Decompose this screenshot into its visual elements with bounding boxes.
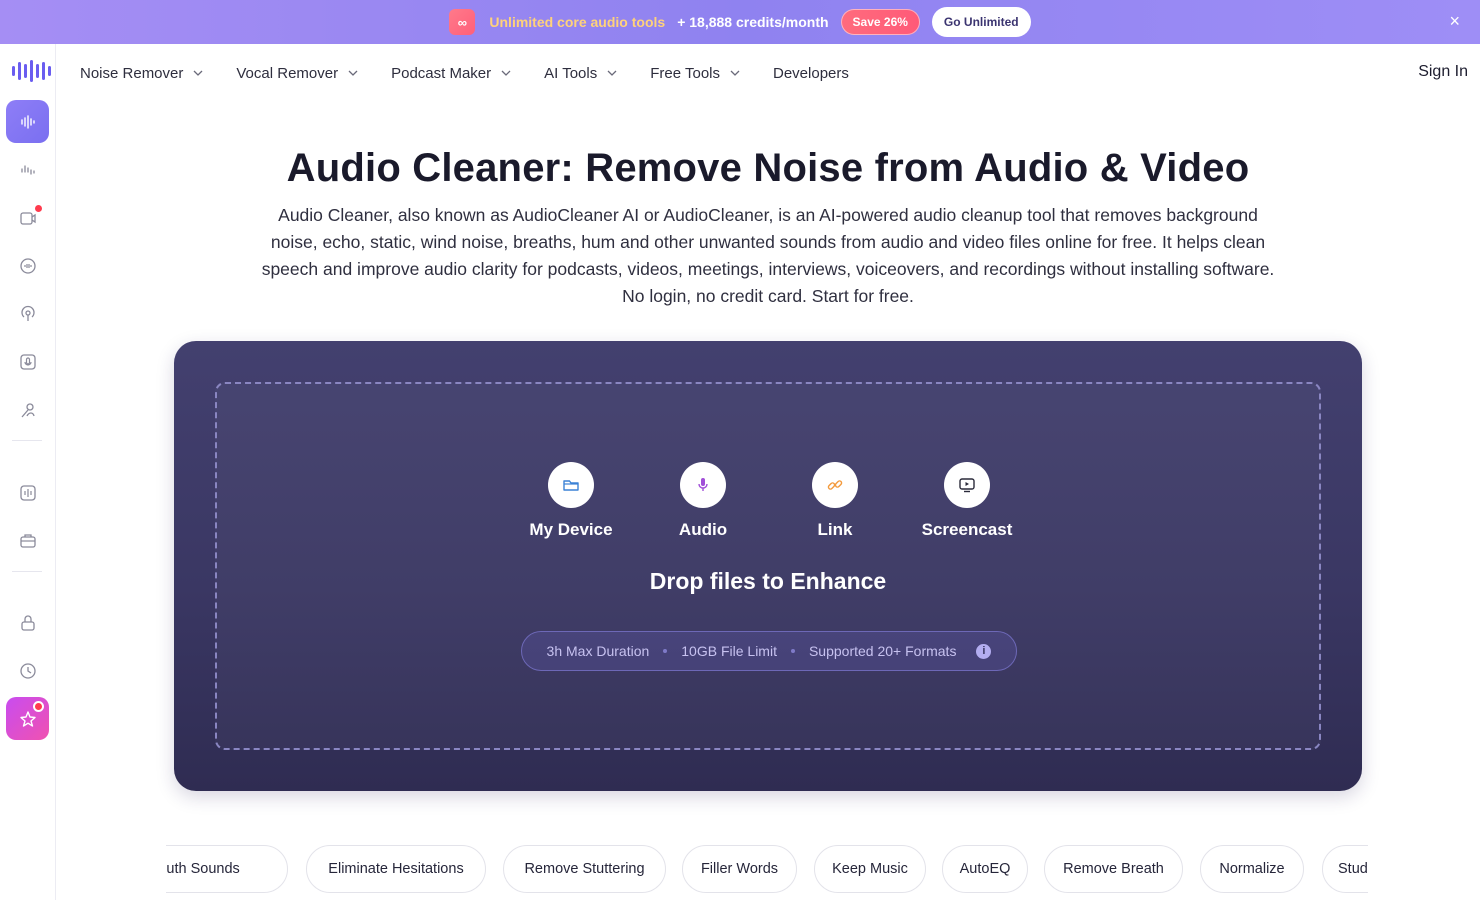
microphone-icon bbox=[680, 462, 726, 508]
waveform-icon[interactable] bbox=[6, 100, 49, 143]
nav-developers[interactable]: Developers bbox=[773, 65, 849, 82]
audio-panel-icon[interactable] bbox=[6, 471, 49, 514]
save-badge: Save 26% bbox=[840, 9, 920, 35]
chip-remove-breath[interactable]: Remove Breath bbox=[1044, 845, 1183, 893]
chip-normalize[interactable]: Normalize bbox=[1200, 845, 1304, 893]
podcast-icon[interactable] bbox=[6, 292, 49, 335]
chip-studio-sound[interactable]: Studio Sound bbox=[1322, 845, 1368, 893]
chip-keep-music[interactable]: Keep Music bbox=[814, 845, 926, 893]
file-limit: 10GB File Limit bbox=[681, 643, 777, 659]
feature-chips: Remove Mouth Sounds Eliminate Hesitation… bbox=[166, 845, 1368, 893]
chip-remove-mouth-sounds[interactable]: Remove Mouth Sounds bbox=[166, 845, 288, 893]
infinity-icon: ∞ bbox=[449, 9, 476, 35]
source-audio[interactable]: Audio bbox=[643, 462, 763, 540]
close-icon[interactable]: × bbox=[1449, 12, 1460, 30]
speed-gauge-icon[interactable] bbox=[6, 244, 49, 287]
mic-box-icon[interactable] bbox=[6, 340, 49, 383]
drop-title: Drop files to Enhance bbox=[649, 568, 887, 594]
notification-dot bbox=[35, 205, 42, 212]
link-icon bbox=[812, 462, 858, 508]
nav-podcast-maker[interactable]: Podcast Maker bbox=[391, 65, 512, 82]
nav-vocal-remover[interactable]: Vocal Remover bbox=[236, 65, 359, 82]
chevron-down-icon bbox=[193, 70, 203, 76]
history-icon[interactable] bbox=[6, 649, 49, 692]
nav-free-tools[interactable]: Free Tools bbox=[650, 65, 741, 82]
go-unlimited-button[interactable]: Go Unlimited bbox=[931, 7, 1031, 37]
nav-noise-remover[interactable]: Noise Remover bbox=[80, 65, 204, 82]
chevron-down-icon bbox=[730, 70, 740, 76]
chip-filler-words[interactable]: Filler Words bbox=[682, 845, 797, 893]
sidebar bbox=[0, 44, 56, 900]
video-edit-icon[interactable] bbox=[6, 196, 49, 239]
info-icon[interactable]: i bbox=[976, 643, 992, 659]
nav-ai-tools[interactable]: AI Tools bbox=[544, 65, 618, 82]
lock-icon[interactable] bbox=[6, 601, 49, 644]
chevron-down-icon bbox=[348, 70, 358, 76]
max-duration: 3h Max Duration bbox=[546, 643, 650, 659]
folder-icon bbox=[548, 462, 594, 508]
toolbox-icon[interactable] bbox=[6, 519, 49, 562]
promo-banner: ∞ Unlimited core audio tools + 18,888 cr… bbox=[0, 0, 1480, 44]
supported-formats: Supported 20+ Formats bbox=[808, 643, 957, 659]
chip-eliminate-hesitations[interactable]: Eliminate Hesitations bbox=[306, 845, 486, 893]
notification-dot bbox=[33, 701, 44, 712]
voice-person-icon[interactable] bbox=[6, 388, 49, 431]
source-my-device[interactable]: My Device bbox=[511, 462, 631, 540]
drop-zone[interactable]: My Device Audio Link Screencast Drop fil… bbox=[215, 382, 1321, 750]
page-title: Audio Cleaner: Remove Noise from Audio &… bbox=[286, 146, 1250, 190]
promo-text: Unlimited core audio tools bbox=[489, 14, 666, 30]
screen-record-icon bbox=[944, 462, 990, 508]
chevron-down-icon bbox=[501, 70, 511, 76]
audio-bars-icon[interactable] bbox=[6, 148, 49, 191]
logo-icon[interactable] bbox=[12, 60, 51, 82]
promo-credits: + 18,888 credits/month bbox=[677, 14, 829, 30]
source-link[interactable]: Link bbox=[775, 462, 895, 540]
chip-remove-stuttering[interactable]: Remove Stuttering bbox=[503, 845, 666, 893]
chip-autoeq[interactable]: AutoEQ bbox=[942, 845, 1028, 893]
sign-in-link[interactable]: Sign In bbox=[1418, 63, 1468, 81]
chevron-down-icon bbox=[607, 70, 617, 76]
top-navigation: Noise Remover Vocal Remover Podcast Make… bbox=[56, 44, 1480, 102]
upload-card: My Device Audio Link Screencast Drop fil… bbox=[174, 341, 1362, 791]
star-icon[interactable] bbox=[6, 697, 49, 740]
upload-limits: 3h Max Duration 10GB File Limit Supporte… bbox=[521, 631, 1017, 671]
page-description: Audio Cleaner, also known as AudioCleane… bbox=[261, 205, 1275, 306]
source-screencast[interactable]: Screencast bbox=[907, 462, 1027, 540]
